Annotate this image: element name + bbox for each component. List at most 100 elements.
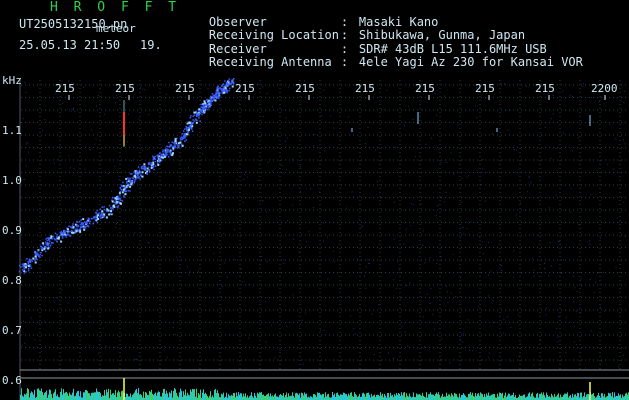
noise-speckle [460, 276, 462, 278]
signal-pixel [221, 85, 223, 87]
spectrum-bar [94, 392, 95, 400]
spectrum-bar [137, 393, 138, 400]
spectrum-bar [473, 396, 474, 400]
noise-speckle [486, 171, 488, 173]
signal-pixel [45, 246, 47, 249]
noise-speckle [555, 194, 557, 196]
noise-speckle [243, 179, 245, 181]
spectrum-bar [314, 394, 315, 400]
signal-pixel [196, 119, 198, 121]
noise-speckle [172, 327, 174, 328]
spectrum-bar [249, 396, 250, 400]
spectrum-bar [188, 394, 189, 400]
noise-speckle [476, 116, 478, 118]
spectrum-bar [455, 393, 456, 400]
noise-speckle [310, 188, 311, 190]
noise-speckle [556, 328, 558, 330]
signal-pixel [141, 175, 144, 178]
noise-speckle [478, 236, 480, 238]
signal-pixel [133, 180, 136, 183]
noise-speckle [446, 161, 448, 163]
noise-speckle [425, 143, 427, 145]
signal-pixel [82, 223, 84, 226]
spectrum-bar [302, 393, 303, 400]
signal-pixel [46, 237, 49, 239]
noise-speckle [565, 352, 567, 354]
signal-pixel [180, 143, 183, 145]
signal-pixel [130, 183, 133, 186]
noise-speckle [508, 110, 510, 112]
spectrum-bar [614, 392, 615, 400]
signal-pixel [216, 97, 219, 99]
spectrum-bar [290, 395, 291, 400]
x-tick-label: 215 [535, 82, 555, 95]
signal-pixel [101, 210, 104, 213]
spectrum-bar [482, 394, 483, 400]
spectrum-bar [169, 392, 170, 400]
spectrum-bar [456, 394, 457, 400]
signal-pixel [123, 187, 126, 189]
noise-speckle [487, 241, 489, 243]
signal-pixel [80, 219, 82, 221]
signal-pixel [219, 87, 221, 89]
noise-speckle [563, 259, 565, 261]
signal-pixel [143, 163, 146, 166]
signal-pixel [99, 216, 101, 218]
spectrum-bar [592, 393, 593, 400]
noise-speckle [450, 152, 452, 154]
signal-pixel [231, 81, 234, 83]
spectrum-bar [607, 396, 608, 400]
signal-pixel [23, 272, 26, 274]
noise-speckle [501, 270, 503, 271]
noise-speckle [623, 90, 625, 92]
spectrum-bar [255, 395, 256, 400]
noise-speckle [591, 330, 593, 332]
noise-speckle [334, 261, 335, 263]
signal-pixel [192, 119, 194, 121]
spectrum-bar [543, 392, 544, 400]
noise-speckle [223, 233, 225, 235]
spectrum-bar [96, 388, 97, 400]
signal-pixel [85, 222, 87, 224]
noise-speckle [324, 150, 326, 152]
spectrum-bar [499, 392, 500, 400]
noise-speckle [83, 86, 84, 88]
noise-speckle [479, 297, 480, 299]
spectrum-bar [231, 394, 232, 400]
spectrum-bar [279, 395, 280, 400]
signal-pixel [53, 237, 56, 240]
noise-speckle [285, 117, 287, 119]
noise-speckle [262, 116, 264, 118]
noise-speckle [457, 124, 459, 126]
signal-pixel [167, 156, 170, 158]
noise-speckle [422, 244, 424, 246]
spectrum-bar [145, 392, 146, 400]
spectrum-bar [34, 389, 35, 400]
spectrum-bar [465, 396, 466, 400]
spectrum-bar [229, 395, 230, 400]
spectrum-bar [450, 396, 451, 400]
spectrum-bar [184, 394, 185, 400]
signal-pixel [176, 147, 179, 149]
spectrum-bar [536, 393, 537, 400]
noise-speckle [510, 326, 512, 328]
spectrum-bar [147, 394, 148, 400]
signal-pixel [103, 208, 105, 211]
signal-pixel [186, 132, 189, 134]
noise-speckle [573, 341, 575, 343]
spectrum-bar [111, 394, 112, 400]
spectrum-bar [120, 396, 121, 400]
spectrum-bar [408, 396, 409, 400]
spectrum-bar [528, 393, 529, 400]
spectrum-bar [164, 388, 165, 400]
noise-speckle [111, 191, 113, 192]
y-tick-label: 0.8 [2, 274, 22, 287]
spectrum-bar [280, 394, 281, 400]
signal-pixel [39, 256, 41, 258]
spectrum-bar [32, 392, 33, 400]
spectrum-bar [343, 392, 344, 400]
noise-speckle [184, 224, 186, 226]
signal-pixel [22, 265, 24, 268]
signal-pixel [142, 168, 145, 170]
noise-speckle [607, 163, 609, 165]
